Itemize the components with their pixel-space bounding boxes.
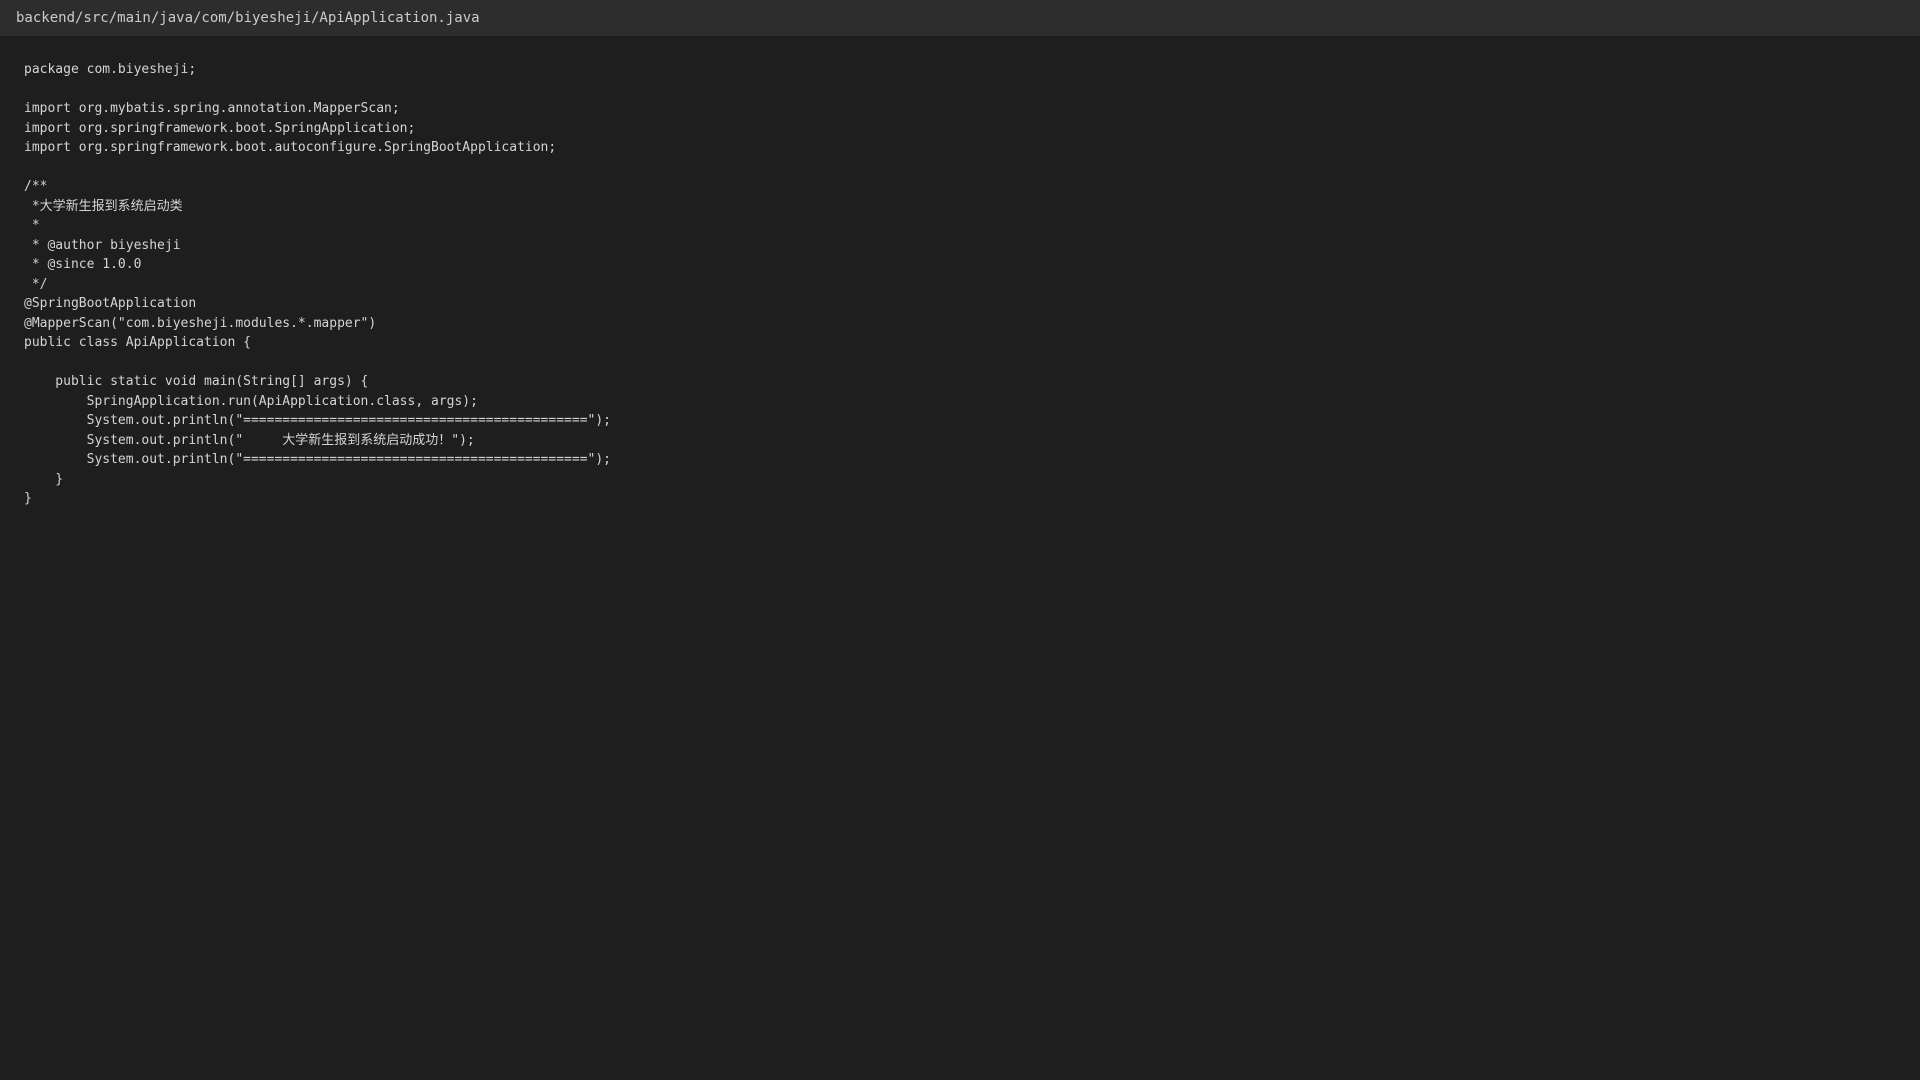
code-line: *	[24, 218, 40, 233]
code-line: @MapperScan("com.biyesheji.modules.*.map…	[24, 315, 377, 331]
code-line: System.out.println(" 大学新生报到系统启动成功！");	[24, 432, 475, 448]
code-line: */	[24, 276, 48, 292]
code-line: public static void main(String[] args) {	[24, 374, 369, 389]
file-title-bar: backend/src/main/java/com/biyesheji/ApiA…	[0, 0, 1920, 36]
code-line: * @since 1.0.0	[24, 257, 142, 272]
code-line: }	[24, 471, 64, 487]
code-line: * @author biyesheji	[24, 237, 181, 253]
file-path: backend/src/main/java/com/biyesheji/ApiA…	[16, 10, 480, 26]
code-line: }	[24, 491, 32, 506]
code-line: SpringApplication.run(ApiApplication.cla…	[24, 393, 478, 409]
code-line: public class ApiApplication {	[24, 335, 251, 350]
code-line: System.out.println("====================…	[24, 413, 611, 428]
code-line: import org.springframework.boot.SpringAp…	[24, 120, 416, 136]
code-line: *大学新生报到系统启动类	[24, 198, 183, 214]
code-line: package com.biyesheji;	[24, 62, 197, 77]
code-line: /**	[24, 179, 48, 194]
code-line: @SpringBootApplication	[24, 296, 197, 311]
code-line: import org.springframework.boot.autoconf…	[24, 140, 557, 155]
code-line: System.out.println("====================…	[24, 452, 611, 467]
code-editor[interactable]: package com.biyesheji; import org.mybati…	[0, 36, 1920, 1080]
code-line: import org.mybatis.spring.annotation.Map…	[24, 101, 400, 116]
